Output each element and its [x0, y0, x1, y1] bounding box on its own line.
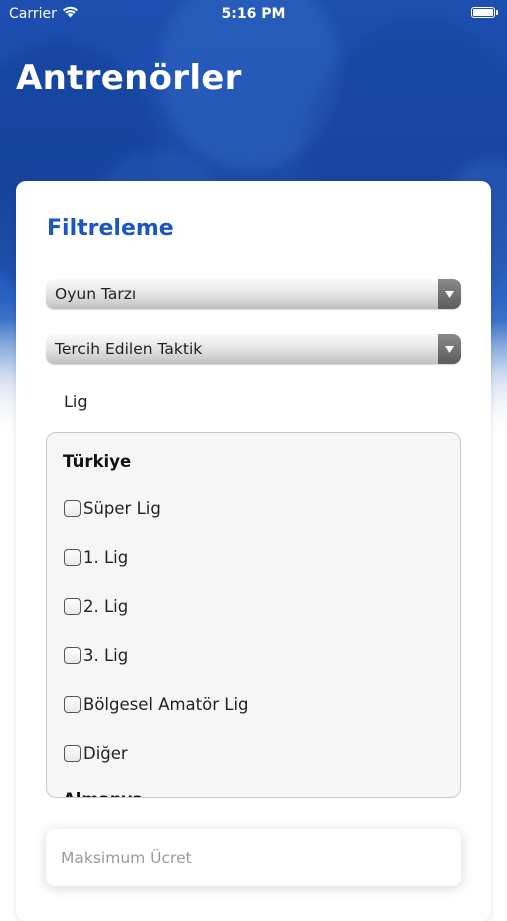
chevron-down-icon[interactable]	[438, 279, 461, 309]
play-style-value: Oyun Tarzı	[55, 285, 137, 303]
checkbox[interactable]	[64, 598, 81, 615]
battery-icon	[471, 7, 498, 18]
checkbox[interactable]	[64, 549, 81, 566]
checkbox[interactable]	[64, 696, 81, 713]
league-option-label: 3. Lig	[83, 646, 129, 665]
checkbox[interactable]	[64, 647, 81, 664]
league-label: Lig	[64, 392, 88, 411]
league-option-diger[interactable]: Diğer	[64, 744, 128, 763]
league-option-label: Diğer	[83, 744, 128, 763]
max-price-input[interactable]	[46, 829, 461, 886]
league-group-title: Türkiye	[63, 452, 132, 471]
filter-card: Filtreleme Oyun Tarzı Tercih Edilen Takt…	[16, 181, 491, 921]
league-option-label: 2. Lig	[83, 597, 129, 616]
page-title: Antrenörler	[16, 58, 242, 98]
league-option-bolgesel-amator-lig[interactable]: Bölgesel Amatör Lig	[64, 695, 249, 714]
play-style-select[interactable]: Oyun Tarzı	[46, 279, 461, 309]
preferred-tactic-select[interactable]: Tercih Edilen Taktik	[46, 334, 461, 364]
status-bar: Carrier 5:16 PM	[0, 0, 507, 28]
league-option-label: Bölgesel Amatör Lig	[83, 695, 249, 714]
chevron-down-icon[interactable]	[438, 334, 461, 364]
league-option-3-lig[interactable]: 3. Lig	[64, 646, 128, 665]
clock: 5:16 PM	[221, 6, 286, 22]
league-option-label: 1. Lig	[83, 548, 129, 567]
league-option-2-lig[interactable]: 2. Lig	[64, 597, 128, 616]
checkbox[interactable]	[64, 745, 81, 762]
filter-title: Filtreleme	[47, 216, 174, 241]
league-list[interactable]: Türkiye Süper Lig 1. Lig 2. Lig 3. Lig B…	[46, 432, 461, 798]
league-option-label: Süper Lig	[83, 499, 161, 518]
league-option-super-lig[interactable]: Süper Lig	[64, 499, 161, 518]
league-option-1-lig[interactable]: 1. Lig	[64, 548, 128, 567]
league-group-title: Almanya	[63, 790, 143, 797]
checkbox[interactable]	[64, 500, 81, 517]
preferred-tactic-value: Tercih Edilen Taktik	[55, 340, 203, 358]
